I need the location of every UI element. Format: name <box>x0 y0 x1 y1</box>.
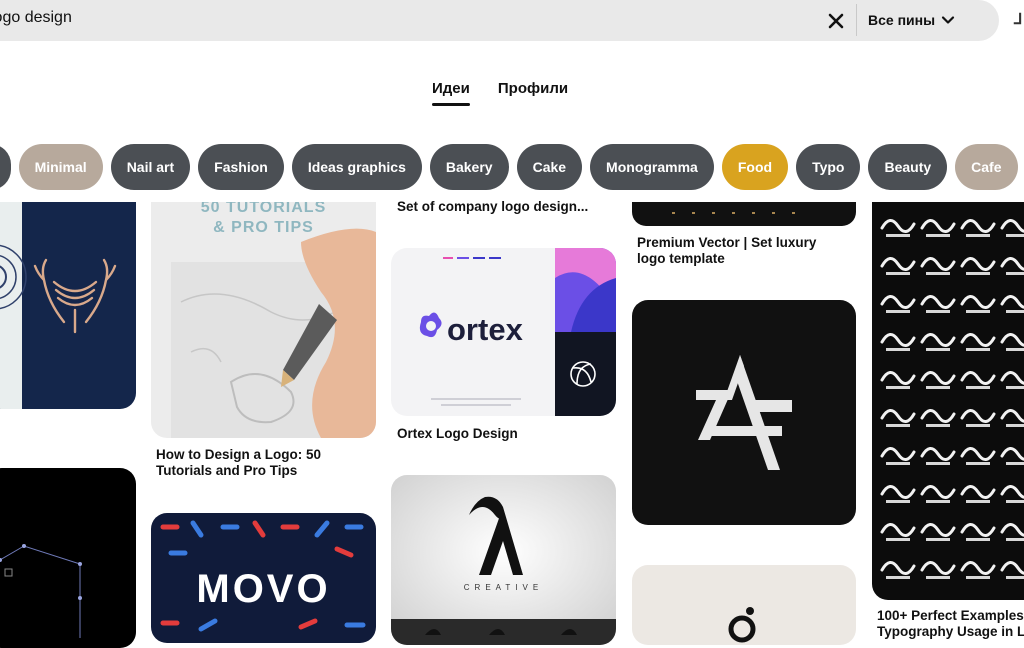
monogram-logo-image <box>632 300 856 525</box>
typography-badge-underline <box>886 538 910 541</box>
tab-ideas[interactable]: Идеи <box>432 80 470 106</box>
typography-badge-underline <box>966 234 990 237</box>
typography-badge-underline <box>1006 234 1024 237</box>
typography-badge-underline <box>926 538 950 541</box>
pin-monogram[interactable] <box>632 300 856 525</box>
tutorial-image-line-1: 50 TUTORIALS <box>200 202 327 216</box>
pin-creative[interactable]: CREATIVE <box>391 475 616 645</box>
chip-ideas-graphics[interactable]: Ideas graphics <box>291 144 422 190</box>
typography-badge-underline <box>926 462 950 465</box>
typography-badge-underline <box>966 538 990 541</box>
chip-beauty[interactable]: Beauty <box>868 144 948 190</box>
typography-badge-underline <box>926 234 950 237</box>
typography-badge-underline <box>1006 462 1024 465</box>
chip-minimal[interactable]: Minimal <box>18 144 103 190</box>
typography-badge-underline <box>1006 576 1024 579</box>
pin-deer-logo[interactable] <box>0 202 136 409</box>
chip-typo[interactable]: Typo <box>796 144 861 190</box>
movo-logo-text: MOVO <box>196 567 331 611</box>
typography-badge-underline <box>966 500 990 503</box>
pin-tutorial-title[interactable]: How to Design a Logo: 50 Tutorials and P… <box>156 447 366 479</box>
close-icon <box>828 13 844 29</box>
chip-cafe[interactable]: Cafe <box>955 144 1018 190</box>
pin-filter-dropdown[interactable]: Все пины <box>868 8 955 32</box>
pin-filter-label: Все пины <box>868 12 936 28</box>
search-input[interactable]: logo design <box>0 9 72 27</box>
typography-badge-underline <box>926 272 950 275</box>
typography-badge-underline <box>966 348 990 351</box>
pin-typography-title[interactable]: 100+ Perfect Examples Typography Usage i… <box>877 608 1024 640</box>
typography-badge-underline <box>886 348 910 351</box>
typography-badge-underline <box>966 272 990 275</box>
typography-badge-underline <box>886 576 910 579</box>
typography-badge-underline <box>966 386 990 389</box>
typography-badge-underline <box>926 500 950 503</box>
typography-badge-underline <box>966 576 990 579</box>
chip-n[interactable]: n <box>0 144 11 190</box>
typography-badge-underline <box>926 424 950 427</box>
typography-badge-underline <box>1006 272 1024 275</box>
creative-bird-logo-image <box>391 475 616 645</box>
ortex-logo-text: ortex <box>447 312 523 347</box>
typography-badge-underline <box>886 272 910 275</box>
typography-badge-underline <box>886 386 910 389</box>
deer-antler-logo-image <box>0 202 136 409</box>
typography-badge-underline <box>1006 348 1024 351</box>
typography-badge-underline <box>886 462 910 465</box>
typography-badge-underline <box>886 500 910 503</box>
typography-badge-underline <box>1006 424 1024 427</box>
tutorial-image-text: 50 TUTORIALS & PRO TIPS <box>151 202 376 238</box>
refine-chips: nMinimalNail artFashionIdeas graphicsBak… <box>0 144 1024 190</box>
clear-search-button[interactable] <box>823 8 849 34</box>
chip-cake[interactable]: Cake <box>516 144 583 190</box>
pin-tutorial[interactable]: 50 TUTORIALS & PRO TIPS <box>151 202 376 438</box>
typography-badge-underline <box>886 310 910 313</box>
typography-badge-underline <box>926 386 950 389</box>
chip-monogramma[interactable]: Monogramma <box>590 144 714 190</box>
search-bar[interactable]: logo design Все пины <box>0 0 999 41</box>
pin-typography[interactable] <box>872 202 1024 600</box>
pin-minimal-logo[interactable] <box>632 565 856 645</box>
pin-ortex[interactable]: ortex <box>391 248 616 416</box>
typography-badge-underline <box>926 348 950 351</box>
creative-logo-text: CREATIVE <box>463 583 544 592</box>
chip-food[interactable]: Food <box>721 144 789 190</box>
wireframe-logo-image <box>0 468 136 648</box>
chevron-down-icon <box>941 16 955 24</box>
chip-fashion[interactable]: Fashion <box>198 144 284 190</box>
chip-nail-art[interactable]: Nail art <box>110 144 191 190</box>
pin-dark-wireframe[interactable] <box>0 468 136 648</box>
typography-badge-underline <box>886 424 910 427</box>
pin-movo[interactable]: MOVO <box>151 513 376 643</box>
typography-badge-underline <box>1006 386 1024 389</box>
pin-luxury-title[interactable]: Premium Vector | Set luxury logo templat… <box>637 235 847 267</box>
chip-bakery[interactable]: Bakery <box>429 144 509 190</box>
typography-badge-underline <box>926 310 950 313</box>
search-divider <box>856 4 857 36</box>
typography-badge-underline <box>926 576 950 579</box>
typography-badge-underline <box>1006 500 1024 503</box>
search-tabs: Идеи Профили <box>432 80 568 106</box>
typography-badge-underline <box>966 424 990 427</box>
pin-company-title[interactable]: Set of company logo design... <box>397 199 612 215</box>
pin-luxury-top[interactable] <box>632 202 856 226</box>
luxury-template-image <box>632 202 856 226</box>
tutorial-image-line-2: & PRO TIPS <box>213 219 314 236</box>
tab-profiles[interactable]: Профили <box>498 80 568 106</box>
typography-badge-underline <box>966 310 990 313</box>
pin-ortex-title[interactable]: Ortex Logo Design <box>397 426 612 442</box>
typography-badges-image <box>872 202 1024 600</box>
typography-badge-underline <box>1006 310 1024 313</box>
truncated-header-icon[interactable]: ⅃ <box>1014 10 1022 28</box>
minimal-o-logo-image <box>632 565 856 645</box>
typography-badge-underline <box>886 234 910 237</box>
typography-badge-underline <box>966 462 990 465</box>
typography-badge-underline <box>1006 538 1024 541</box>
